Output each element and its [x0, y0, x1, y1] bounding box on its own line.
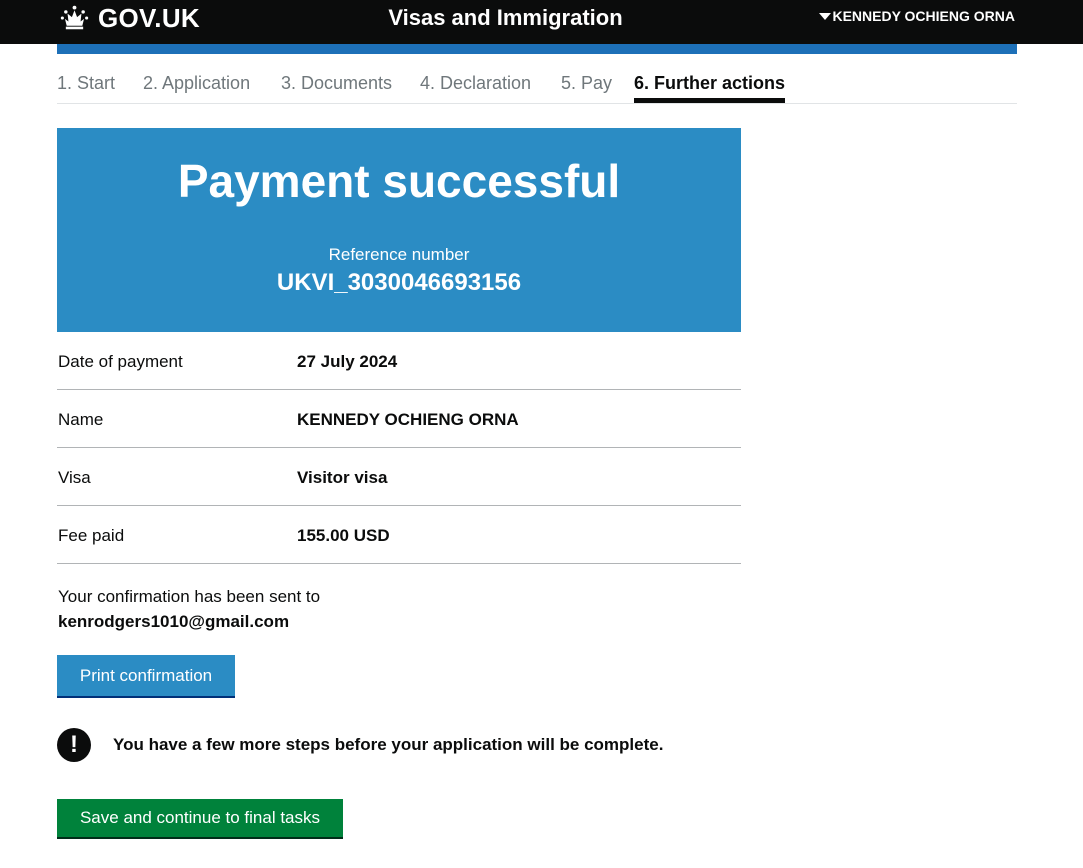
warning-text-block: ! You have a few more steps before your … — [57, 728, 663, 762]
panel-title: Payment successful — [177, 155, 621, 207]
save-and-continue-button[interactable]: Save and continue to final tasks — [57, 799, 343, 837]
progress-steps: 1. Start 2. Application 3. Documents 4. … — [57, 54, 1017, 104]
payment-summary: Date of payment 27 July 2024 Name KENNED… — [57, 332, 741, 564]
summary-row-visa: Visa Visitor visa — [57, 448, 741, 506]
reference-number: UKVI_3030046693156 — [276, 269, 522, 296]
print-confirmation-button[interactable]: Print confirmation — [57, 655, 235, 696]
summary-key: Name — [58, 410, 104, 429]
caret-down-icon — [819, 12, 832, 20]
step-further-actions: 6. Further actions — [634, 73, 786, 103]
summary-value: 27 July 2024 — [297, 352, 398, 371]
summary-row-date: Date of payment 27 July 2024 — [57, 332, 741, 390]
exclamation-icon: ! — [57, 728, 91, 762]
summary-key: Visa — [58, 468, 91, 487]
step-declaration: 4. Declaration — [420, 73, 532, 93]
summary-row-fee: Fee paid 155.00 USD — [57, 506, 741, 564]
site-header: GOV.UK Visas and Immigration KENNEDY OCH… — [0, 0, 1083, 44]
reference-label: Reference number — [328, 245, 470, 264]
confirmation-panel: Payment successful Reference number UKVI… — [57, 128, 741, 332]
step-start: 1. Start — [57, 73, 116, 93]
header-accent-bar — [57, 44, 1017, 54]
confirmation-email: kenrodgers1010@gmail.com — [58, 612, 290, 631]
summary-value: 155.00 USD — [297, 526, 390, 545]
user-menu[interactable]: KENNEDY OCHIENG ORNA — [819, 8, 1015, 24]
summary-value: Visitor visa — [297, 468, 388, 487]
user-name: KENNEDY OCHIENG ORNA — [832, 8, 1015, 24]
step-application: 2. Application — [143, 73, 251, 93]
summary-value: KENNEDY OCHIENG ORNA — [297, 410, 519, 429]
confirmation-sent-text: Your confirmation has been sent to — [58, 587, 321, 606]
summary-key: Date of payment — [58, 352, 183, 371]
summary-key: Fee paid — [58, 526, 125, 545]
step-pay: 5. Pay — [561, 73, 613, 93]
step-documents: 3. Documents — [281, 73, 393, 93]
warning-message: You have a few more steps before your ap… — [113, 735, 664, 754]
summary-row-name: Name KENNEDY OCHIENG ORNA — [57, 390, 741, 448]
